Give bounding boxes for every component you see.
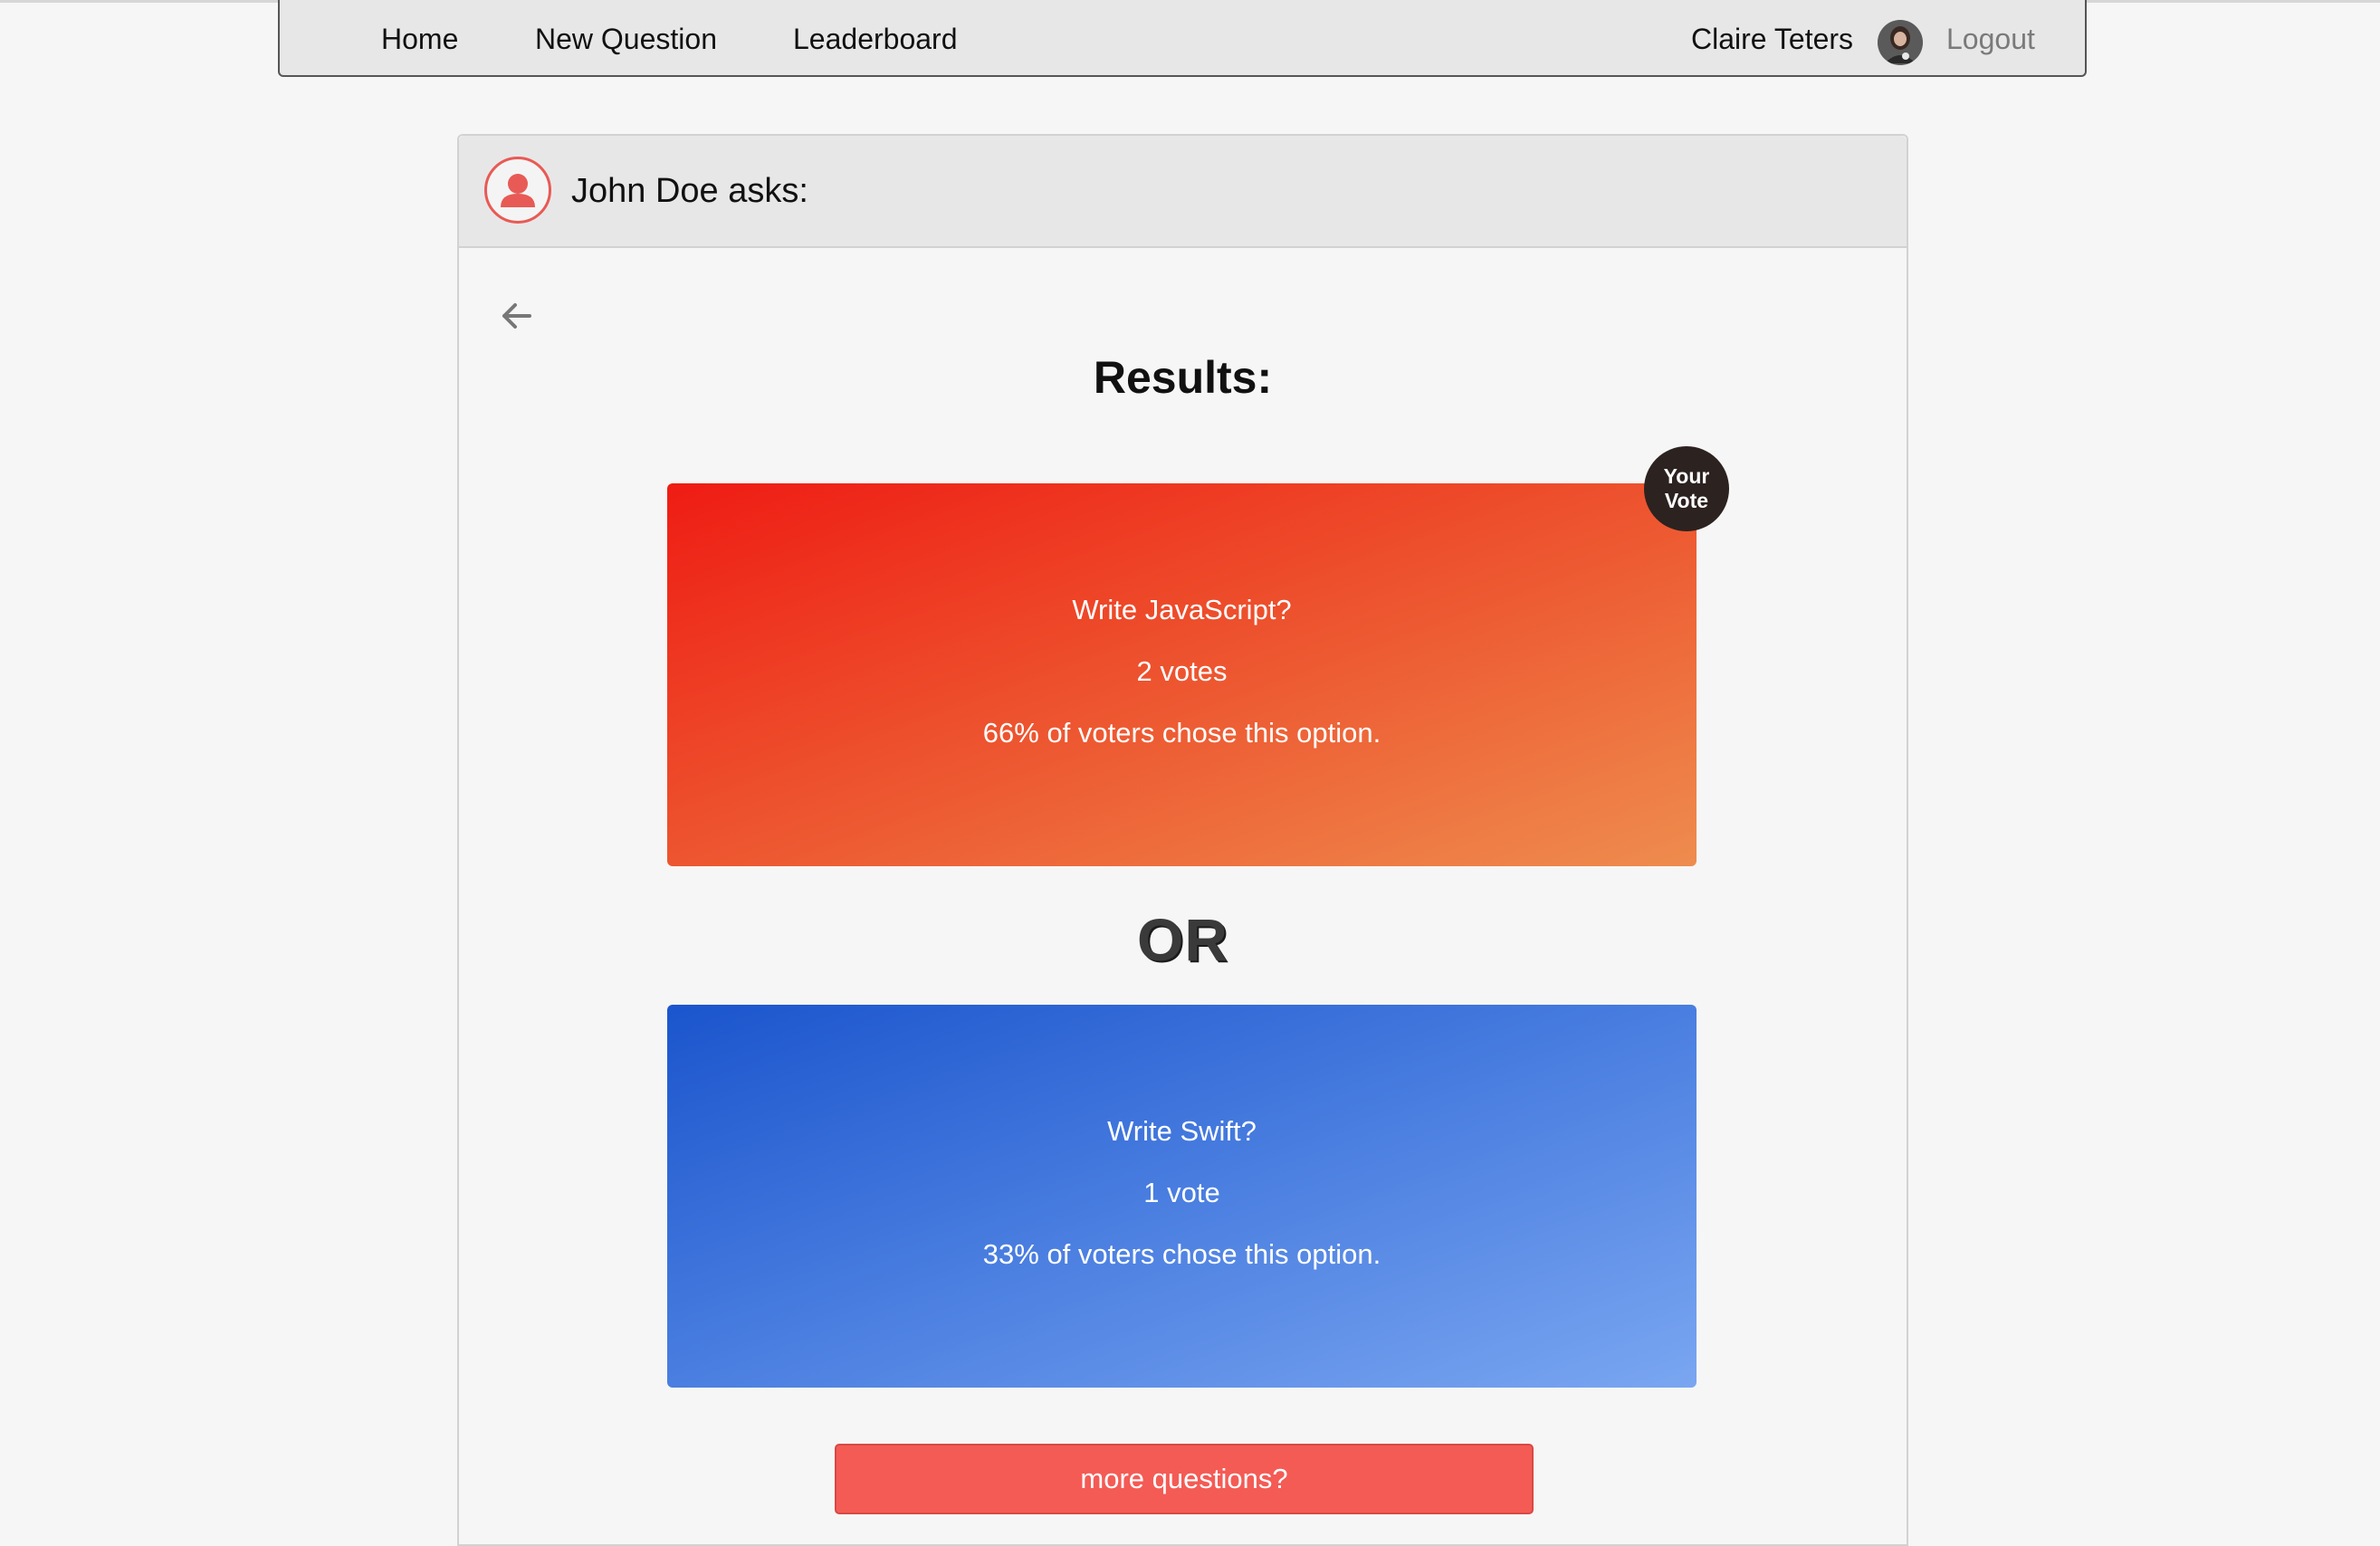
your-vote-line2: Vote [1664,489,1709,512]
results-title: Results: [1093,352,1273,403]
logout-link[interactable]: Logout [1946,23,2035,56]
navbar: Home New Question Leaderboard Claire Tet… [278,0,2087,77]
current-user-name: Claire Teters [1691,23,1854,55]
more-questions-button[interactable]: more questions? [835,1444,1534,1514]
option-one-votes: 2 votes [1136,655,1228,687]
question-card: John Doe asks: Results: Write JavaScript… [457,134,1908,1546]
arrow-left-icon[interactable] [495,294,539,338]
card-header: John Doe asks: [459,136,1907,248]
option-two-percent: 33% of voters chose this option. [982,1238,1381,1270]
user-icon [484,157,551,224]
nav-home-link[interactable]: Home [381,23,458,56]
option-two-votes: 1 vote [1143,1177,1220,1208]
asker-label: John Doe asks: [571,172,808,210]
user-avatar [1878,20,1923,65]
option-one-percent: 66% of voters chose this option. [982,717,1381,749]
avatar-photo-icon [1878,20,1923,65]
your-vote-line1: Your [1663,464,1710,488]
option-two-result: Write Swift? 1 vote 33% of voters chose … [667,1005,1697,1388]
option-one-result: Write JavaScript? 2 votes 66% of voters … [667,483,1697,866]
or-separator: OR [1137,906,1228,973]
nav-leaderboard-link[interactable]: Leaderboard [793,23,957,56]
your-vote-badge: Your Vote [1644,446,1729,531]
nav-new-question-link[interactable]: New Question [535,23,717,56]
option-two-text: Write Swift? [1107,1115,1257,1147]
option-one-text: Write JavaScript? [1072,594,1292,625]
